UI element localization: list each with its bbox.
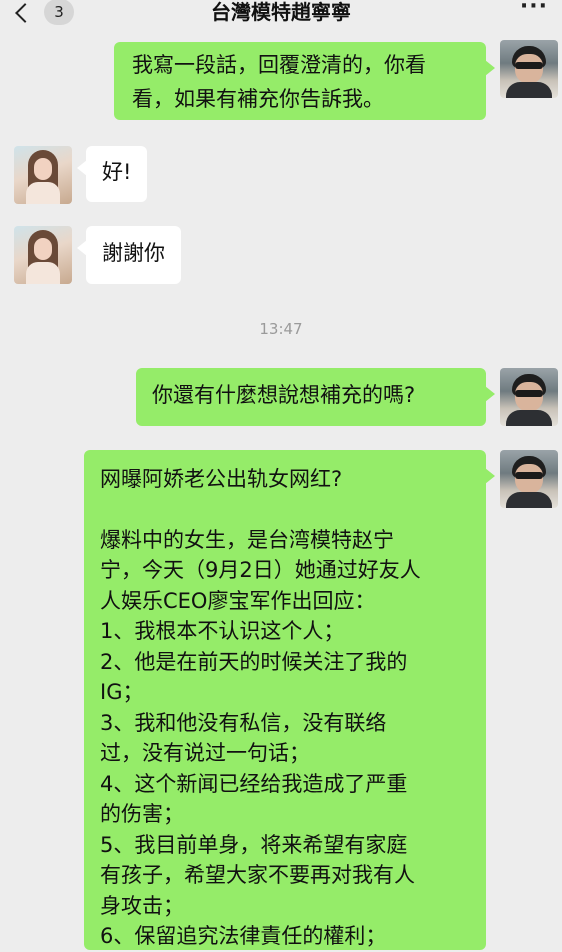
my-avatar[interactable]	[500, 450, 558, 508]
message-line: 1、我根本不认识这个人；	[100, 619, 345, 643]
message-bubble-sent[interactable]: 我寫一段話，回覆澄清的，你看 看，如果有補充你告訴我。	[114, 42, 495, 120]
message-line: 2、他是在前天的时候关注了我的	[100, 649, 408, 674]
message-line: 身攻击；	[100, 893, 184, 918]
message-line: 的伤害；	[100, 802, 184, 826]
message-line: 过，没有说过一句话；	[100, 741, 310, 765]
contact-avatar[interactable]	[14, 146, 72, 204]
message-bubble-received[interactable]: 好!	[76, 146, 148, 202]
my-avatar[interactable]	[500, 368, 558, 426]
message-line: 5、我目前单身，将来希望有家庭	[100, 832, 408, 857]
message-line: 网曝阿娇老公出轨女网红?	[100, 467, 343, 491]
contact-avatar[interactable]	[14, 226, 72, 284]
message-bubble-received[interactable]: 謝謝你	[77, 226, 181, 284]
message-bubble-sent-long[interactable]: 网曝阿娇老公出轨女网红? 爆料中的女生，是台湾模特赵宁 宁，今天（9月2日）她通…	[84, 450, 495, 950]
message-line: 4、这个新闻已经给我造成了严重	[100, 771, 408, 796]
message-line: 爆料中的女生，是台湾模特赵宁	[100, 527, 394, 552]
message-bubble-sent[interactable]: 你還有什麼想說想補充的嗎?	[136, 368, 495, 426]
chat-title: 台灣模特趙寧寧	[211, 0, 351, 24]
message-line: 人娱乐CEO廖宝军作出回应：	[100, 588, 376, 613]
message-timestamp: 13:47	[259, 320, 303, 338]
more-options-button[interactable]: ···	[520, 0, 548, 19]
my-avatar[interactable]	[500, 40, 558, 98]
message-line: IG；	[100, 680, 144, 704]
message-line: 3、我和他没有私信，没有联络	[100, 710, 387, 735]
chat-header: 3 台灣模特趙寧寧 ···	[0, 0, 562, 28]
message-line: 6、保留追究法律責任的權利；	[100, 924, 387, 948]
message-line: 有孩子，希望大家不要再对我有人	[100, 863, 415, 887]
message-line: 宁，今天（9月2日）她通过好友人	[100, 558, 421, 582]
message-line-blank	[100, 495, 470, 525]
